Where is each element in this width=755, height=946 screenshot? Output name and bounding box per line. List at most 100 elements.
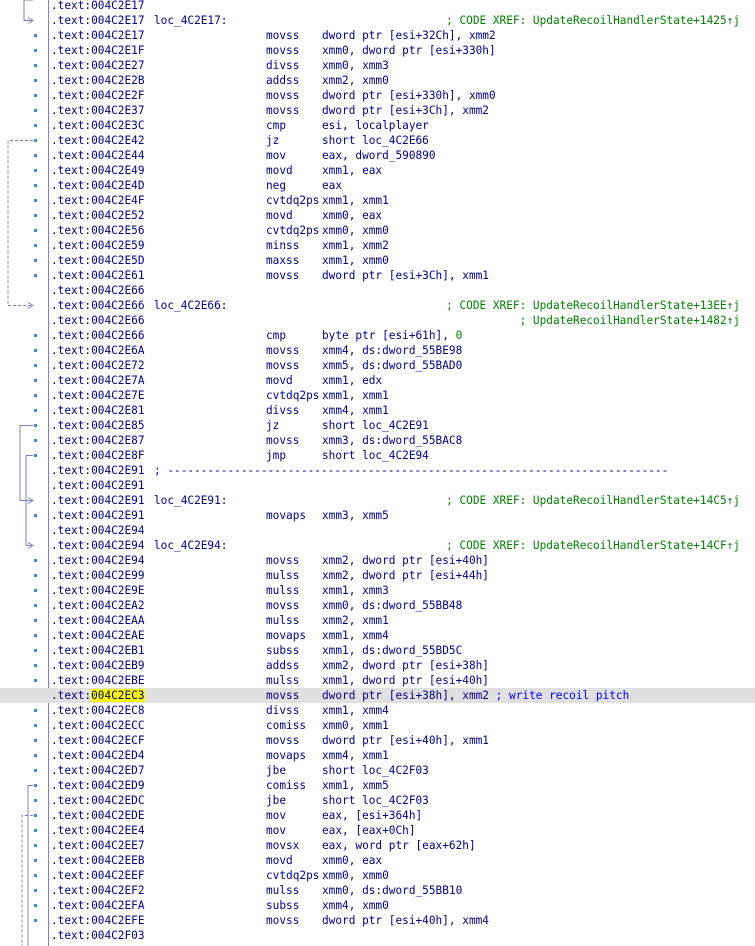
instruction-mnemonic[interactable]: addss: [266, 658, 299, 673]
address-offset[interactable]: 004C2E49: [91, 164, 144, 177]
address-offset[interactable]: 004C2EDE: [91, 809, 144, 822]
xref-comment[interactable]: ; CODE XREF: UpdateRecoilHandlerState+14…: [446, 13, 740, 28]
instruction-mnemonic[interactable]: mulss: [266, 568, 299, 583]
xref-comment[interactable]: ; UpdateRecoilHandlerState+1482↑j: [520, 313, 740, 328]
listing-line[interactable]: .text:004C2E56 cvtdq2ps xmm0, xmm0: [0, 223, 755, 238]
instruction-mnemonic[interactable]: cvtdq2ps: [266, 193, 319, 208]
line-address[interactable]: .text:004C2E91: [51, 493, 145, 508]
listing-line[interactable]: .text:004C2E81 divss xmm4, xmm1: [0, 403, 755, 418]
line-address[interactable]: .text:004C2EE7: [51, 838, 145, 853]
listing-line[interactable]: .text:004C2E66 cmp byte ptr [esi+61h], 0: [0, 328, 755, 343]
instruction-mnemonic[interactable]: jbe: [266, 793, 286, 808]
instruction-operands[interactable]: xmm0, xmm0: [322, 868, 389, 883]
instruction-mnemonic[interactable]: cvtdq2ps: [266, 223, 319, 238]
instruction-mnemonic[interactable]: minss: [266, 238, 299, 253]
line-address[interactable]: .text:004C2E42: [51, 133, 145, 148]
address-offset[interactable]: 004C2EEF: [91, 869, 144, 882]
listing-line[interactable]: .text:004C2F03: [0, 928, 755, 943]
listing-line[interactable]: .text:004C2EBE mulss xmm1, dword ptr [esi+…: [0, 673, 755, 688]
instruction-operands[interactable]: byte ptr [esi+61h], 0: [322, 328, 462, 343]
instruction-operands[interactable]: xmm0, ds:dword_55BB48: [322, 598, 462, 613]
instruction-mnemonic[interactable]: comiss: [266, 718, 306, 733]
line-address[interactable]: .text:004C2E37: [51, 103, 145, 118]
address-offset[interactable]: 004C2E2B: [91, 74, 144, 87]
instruction-operands[interactable]: xmm0, xmm1: [322, 718, 389, 733]
instruction-operands[interactable]: xmm2, dword ptr [esi+44h]: [322, 568, 489, 583]
line-address[interactable]: .text:004C2E6A: [51, 343, 145, 358]
listing-line[interactable]: .text:004C2EEB movd xmm0, eax: [0, 853, 755, 868]
instruction-mnemonic[interactable]: movd: [266, 208, 293, 223]
instruction-operands[interactable]: xmm1, eax: [322, 163, 382, 178]
instruction-operands[interactable]: xmm5, ds:dword_55BAD0: [322, 358, 462, 373]
listing-line[interactable]: .text:004C2E59 minss xmm1, xmm2: [0, 238, 755, 253]
listing-line[interactable]: .text:004C2E6A movss xmm4, ds:dword_55BE98: [0, 343, 755, 358]
instruction-mnemonic[interactable]: movss: [266, 688, 299, 703]
listing-line[interactable]: .text:004C2EAA mulss xmm2, xmm1: [0, 613, 755, 628]
instruction-operands[interactable]: eax, [esi+364h]: [322, 808, 422, 823]
line-address[interactable]: .text:004C2EC8: [51, 703, 145, 718]
listing-line[interactable]: .text:004C2E87 movss xmm3, ds:dword_55BAC8: [0, 433, 755, 448]
address-offset[interactable]: 004C2EB1: [91, 644, 144, 657]
instruction-operands[interactable]: xmm1, dword ptr [esi+40h]: [322, 673, 489, 688]
instruction-operands[interactable]: xmm0, xmm0: [322, 223, 389, 238]
instruction-mnemonic[interactable]: subss: [266, 898, 299, 913]
line-address[interactable]: .text:004C2E5D: [51, 253, 145, 268]
line-address[interactable]: .text:004C2EAA: [51, 613, 145, 628]
listing-line[interactable]: .text:004C2EB1 subss xmm1, ds:dword_55BD5C: [0, 643, 755, 658]
address-offset[interactable]: 004C2E3C: [91, 119, 144, 132]
instruction-mnemonic[interactable]: mulss: [266, 613, 299, 628]
address-offset[interactable]: 004C2E91: [91, 464, 144, 477]
address-offset[interactable]: 004C2E4F: [91, 194, 144, 207]
line-address[interactable]: .text:004C2EDE: [51, 808, 145, 823]
address-offset[interactable]: 004C2E94: [91, 524, 144, 537]
instruction-operands[interactable]: eax, dword_590890: [322, 148, 436, 163]
line-address[interactable]: .text:004C2EA2: [51, 598, 145, 613]
line-address[interactable]: .text:004C2E4D: [51, 178, 145, 193]
instruction-operands[interactable]: dword ptr [esi+40h], xmm1: [322, 733, 489, 748]
listing-line[interactable]: .text:004C2EE7 movsx eax, word ptr [eax+62…: [0, 838, 755, 853]
instruction-mnemonic[interactable]: movss: [266, 103, 299, 118]
listing-line[interactable]: .text:004C2E91 ; ------------------------…: [0, 463, 755, 478]
listing-line[interactable]: .text:004C2E3C cmp esi, localplayer: [0, 118, 755, 133]
line-address[interactable]: .text:004C2E99: [51, 568, 145, 583]
address-offset[interactable]: 004C2E27: [91, 59, 144, 72]
instruction-mnemonic[interactable]: movd: [266, 853, 293, 868]
instruction-mnemonic[interactable]: mov: [266, 823, 286, 838]
line-address[interactable]: .text:004C2ED9: [51, 778, 145, 793]
line-address[interactable]: .text:004C2E59: [51, 238, 145, 253]
address-offset[interactable]: 004C2EF2: [91, 884, 144, 897]
address-offset[interactable]: 004C2E72: [91, 359, 144, 372]
listing-line[interactable]: .text:004C2EDE mov eax, [esi+364h]: [0, 808, 755, 823]
instruction-operands[interactable]: xmm2, xmm1: [322, 613, 389, 628]
instruction-operands[interactable]: xmm1, xmm4: [322, 628, 389, 643]
instruction-mnemonic[interactable]: mov: [266, 808, 286, 823]
instruction-operands[interactable]: xmm0, dword ptr [esi+330h]: [322, 43, 496, 58]
listing-line[interactable]: .text:004C2E91: [0, 478, 755, 493]
listing-line[interactable]: .text:004C2E42 jz short loc_4C2E66: [0, 133, 755, 148]
address-offset[interactable]: 004C2E17: [91, 14, 144, 27]
instruction-mnemonic[interactable]: movss: [266, 268, 299, 283]
instruction-mnemonic[interactable]: subss: [266, 643, 299, 658]
line-address[interactable]: .text:004C2ECC: [51, 718, 145, 733]
line-address[interactable]: .text:004C2E7A: [51, 373, 145, 388]
code-label[interactable]: loc_4C2E66:: [154, 298, 227, 313]
address-offset[interactable]: 004C2EFE: [91, 914, 144, 927]
instruction-operands[interactable]: xmm0, xmm3: [322, 58, 389, 73]
address-offset[interactable]: 004C2E66: [91, 284, 144, 297]
line-address[interactable]: .text:004C2E9E: [51, 583, 145, 598]
listing-line[interactable]: .text:004C2E17 movss dword ptr [esi+32Ch],…: [0, 28, 755, 43]
instruction-mnemonic[interactable]: movss: [266, 358, 299, 373]
address-offset[interactable]: 004C2E44: [91, 149, 144, 162]
address-offset[interactable]: 004C2E17: [91, 29, 144, 42]
listing-line[interactable]: .text:004C2EFE movss dword ptr [esi+40h], …: [0, 913, 755, 928]
address-offset[interactable]: 004C2E7A: [91, 374, 144, 387]
line-address[interactable]: .text:004C2E2F: [51, 88, 145, 103]
listing-line[interactable]: .text:004C2E99 mulss xmm2, dword ptr [esi+…: [0, 568, 755, 583]
instruction-operands[interactable]: xmm2, dword ptr [esi+40h]: [322, 553, 489, 568]
address-offset[interactable]: 004C2E2F: [91, 89, 144, 102]
address-offset[interactable]: 004C2ECF: [91, 734, 144, 747]
instruction-operands[interactable]: xmm4, xmm0: [322, 898, 389, 913]
instruction-mnemonic[interactable]: movd: [266, 373, 293, 388]
xref-comment[interactable]: ; CODE XREF: UpdateRecoilHandlerState+14…: [446, 493, 740, 508]
line-address[interactable]: .text:004C2E94: [51, 553, 145, 568]
